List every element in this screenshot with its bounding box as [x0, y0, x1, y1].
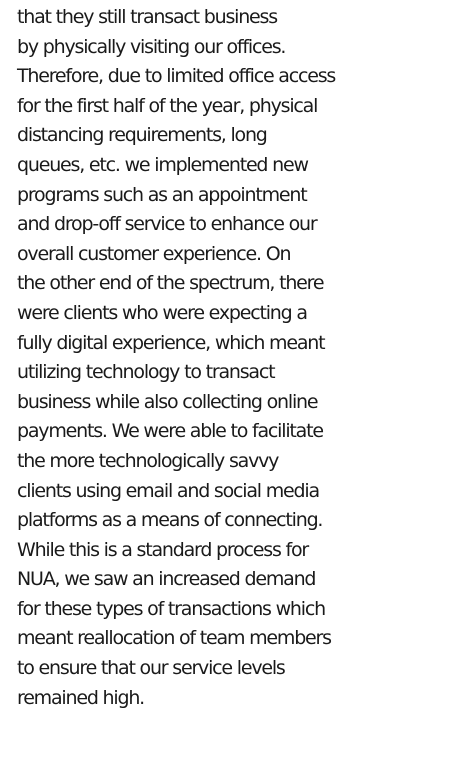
paragraph-line: the more technologically savvy	[17, 449, 279, 472]
paragraph-line: for these types of transactions which	[17, 597, 326, 620]
paragraph-line: and drop-off service to enhance our	[17, 213, 318, 236]
article-paragraph: that they still transact business by phy…	[17, 3, 462, 713]
paragraph-line: NUA, we saw an increased demand	[17, 568, 316, 591]
paragraph-line: clients using email and social media	[17, 479, 320, 502]
paragraph-line: distancing requirements, long	[17, 124, 268, 147]
paragraph-line: business while also collecting online	[17, 390, 319, 413]
paragraph-line: overall customer experience. On	[17, 242, 292, 265]
paragraph-line: Therefore, due to limited office access	[17, 65, 336, 88]
paragraph-line: utilizing technology to transact	[17, 361, 276, 384]
paragraph-line: meant reallocation of team members	[17, 627, 332, 650]
paragraph-line: by physically visiting our offices.	[17, 35, 286, 58]
paragraph-line: programs such as an appointment	[17, 183, 308, 206]
paragraph-line: for the first half of the year, physical	[17, 94, 318, 117]
paragraph-line: While this is a standard process for	[17, 538, 309, 561]
paragraph-line: payments. We were able to facilitate	[17, 420, 324, 443]
paragraph-line: to ensure that our service levels	[17, 657, 286, 680]
paragraph-line: fully digital experience, which meant	[17, 331, 326, 354]
paragraph-line: the other end of the spectrum, there	[17, 272, 325, 295]
paragraph-line: platforms as a means of connecting.	[17, 509, 323, 532]
paragraph-line: remained high.	[17, 686, 145, 709]
paragraph-line: were clients who were expecting a	[17, 301, 308, 324]
paragraph-line: that they still transact business	[17, 6, 278, 28]
paragraph-line: queues, etc. we implemented new	[17, 153, 309, 176]
